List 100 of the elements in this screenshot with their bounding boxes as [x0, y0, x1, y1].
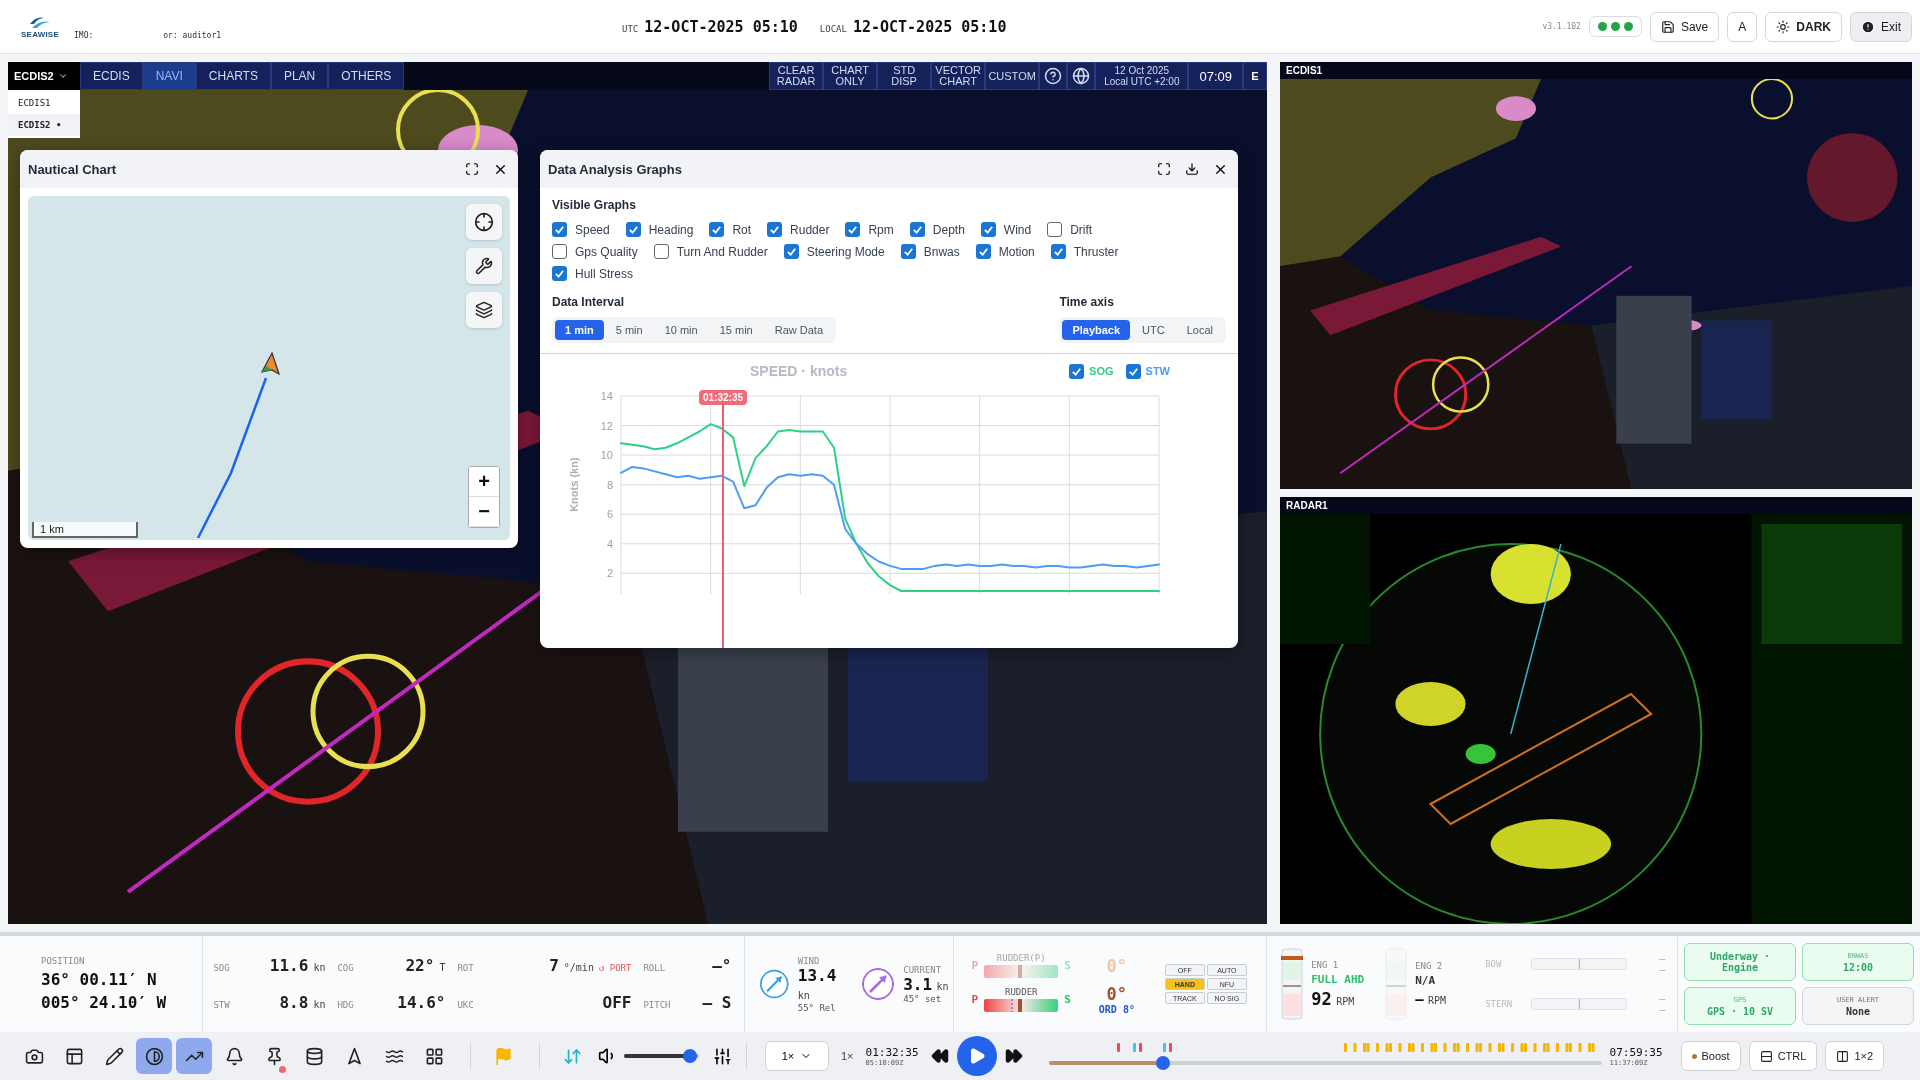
segment-button[interactable]: 10 min	[654, 320, 708, 340]
axis-label: 2	[606, 567, 613, 580]
toolbar-button[interactable]: VECTOR CHART	[931, 62, 986, 90]
tab[interactable]: PLAN	[270, 62, 329, 90]
vector-value: 3.1	[903, 974, 933, 994]
layout-icon	[64, 1046, 84, 1066]
tab[interactable]: CHARTS	[195, 62, 271, 90]
contrast-button[interactable]	[136, 1038, 172, 1074]
toolbar-button[interactable]: CUSTOM	[985, 62, 1040, 90]
checkbox[interactable]	[709, 222, 725, 237]
alert-dot	[279, 1066, 286, 1073]
rudder-angle: 0°	[1106, 955, 1128, 976]
fast-forward-icon	[1004, 1047, 1023, 1065]
checkbox[interactable]	[980, 222, 996, 237]
checkbox[interactable]	[1069, 363, 1085, 379]
checkbox[interactable]	[783, 244, 799, 259]
locate-button[interactable]	[466, 204, 502, 240]
flag-icon	[493, 1046, 513, 1066]
segment-button[interactable]: Local	[1176, 320, 1223, 340]
reading-value: – S	[702, 993, 732, 1012]
segment-button[interactable]: Raw Data	[764, 320, 833, 340]
section-heading: Time axis	[1059, 295, 1115, 309]
reading-label: STW	[213, 1000, 231, 1010]
checkbox[interactable]	[1125, 363, 1141, 379]
menu-item[interactable]: ECDIS2 •	[8, 114, 80, 136]
checkbox-label: Wind	[1003, 222, 1032, 237]
window-title: Data Analysis Graphs	[548, 161, 682, 177]
panel-title: RADAR1	[1280, 497, 1912, 514]
checkbox[interactable]	[625, 222, 641, 237]
equalizer-icon[interactable]	[713, 1046, 732, 1066]
boost-button[interactable]: Boost	[1680, 1041, 1741, 1071]
mode-indicator: E	[1243, 62, 1267, 90]
screen-selector[interactable]: ECDIS2	[8, 62, 80, 90]
checkbox-label: Motion	[998, 244, 1035, 259]
layout-button[interactable]: 1×2	[1825, 1041, 1885, 1071]
tab[interactable]: NAVI	[142, 62, 196, 90]
download-icon[interactable]	[1185, 162, 1199, 176]
rewind-icon	[930, 1047, 949, 1065]
play-button[interactable]	[956, 1036, 997, 1076]
current-time: 01:32:35	[865, 1045, 919, 1059]
segment-button[interactable]: UTC	[1132, 320, 1175, 340]
control-button[interactable]: CTRL	[1748, 1041, 1818, 1071]
checkbox-label: Gps Quality	[575, 244, 638, 259]
toolbar-button[interactable]: CLEAR RADAR	[769, 62, 824, 90]
rudder-order: ORD 8°	[1098, 1004, 1135, 1015]
checkbox[interactable]	[1050, 244, 1066, 259]
tools-button[interactable]	[466, 248, 502, 284]
trend-button[interactable]	[176, 1038, 212, 1074]
legend-label: STW	[1145, 365, 1170, 377]
exit-button[interactable]: Exit	[1850, 11, 1912, 42]
segment-button[interactable]: Playback	[1062, 320, 1131, 340]
checkbox[interactable]	[552, 244, 567, 259]
layers-button[interactable]	[466, 292, 502, 328]
checkbox[interactable]	[1047, 222, 1063, 237]
save-button[interactable]: Save	[1649, 11, 1720, 42]
reading-value: –°	[712, 956, 732, 975]
reading-value: 14.6°	[397, 993, 446, 1012]
axis-label: 12	[600, 419, 613, 432]
timeline-slider[interactable]	[1048, 1055, 1602, 1070]
speed-select[interactable]: 1×	[765, 1041, 829, 1071]
checkbox[interactable]	[845, 222, 861, 237]
checkbox[interactable]	[900, 244, 916, 259]
vector-label: WIND	[797, 955, 821, 966]
check-icon	[847, 224, 859, 235]
maximize-icon[interactable]	[1157, 162, 1171, 176]
font-button[interactable]: A	[1727, 11, 1758, 42]
checkbox[interactable]	[653, 244, 669, 259]
reading-unit: kn	[313, 962, 326, 973]
checkbox[interactable]	[552, 222, 567, 237]
maximize-icon[interactable]	[465, 162, 479, 176]
checkbox-label: Drift	[1070, 222, 1093, 237]
segment-button[interactable]: 1 min	[555, 320, 604, 340]
position-label: POSITION	[41, 956, 86, 966]
tab[interactable]: OTHERS	[328, 62, 405, 90]
segment-button[interactable]: 5 min	[605, 320, 653, 340]
scale-bar: 1 km	[32, 522, 138, 538]
checkbox[interactable]	[552, 266, 567, 281]
checkbox[interactable]	[909, 222, 925, 237]
reading-label: COG	[337, 963, 355, 973]
theme-button[interactable]: DARK	[1765, 11, 1842, 42]
thruster-reading: – –	[1659, 953, 1667, 975]
tab[interactable]: ECDIS	[80, 62, 143, 90]
checkbox[interactable]	[767, 222, 783, 237]
utc-time: 12-OCT-2025 05:10	[644, 17, 798, 36]
check-icon	[711, 224, 723, 235]
vessel-icon	[260, 352, 280, 376]
volume-slider[interactable]	[624, 1049, 699, 1063]
checkbox[interactable]	[975, 244, 991, 259]
reading-unit: kn	[797, 989, 810, 1001]
segment-button[interactable]: 15 min	[709, 320, 763, 340]
zoom-in-button[interactable]: +	[469, 467, 499, 497]
toolbar-button[interactable]: STD DISP	[877, 62, 932, 90]
toolbar-button[interactable]: CHART ONLY	[823, 62, 878, 90]
thruster-label: STERN	[1485, 999, 1514, 1009]
clock-label: LOCAL	[819, 23, 847, 34]
status-dot	[1691, 1053, 1697, 1059]
check-icon	[769, 224, 781, 235]
engine-gauge	[1281, 948, 1304, 1020]
axis-label: 10	[600, 449, 613, 462]
checkbox-label: Steering Mode	[806, 244, 885, 259]
